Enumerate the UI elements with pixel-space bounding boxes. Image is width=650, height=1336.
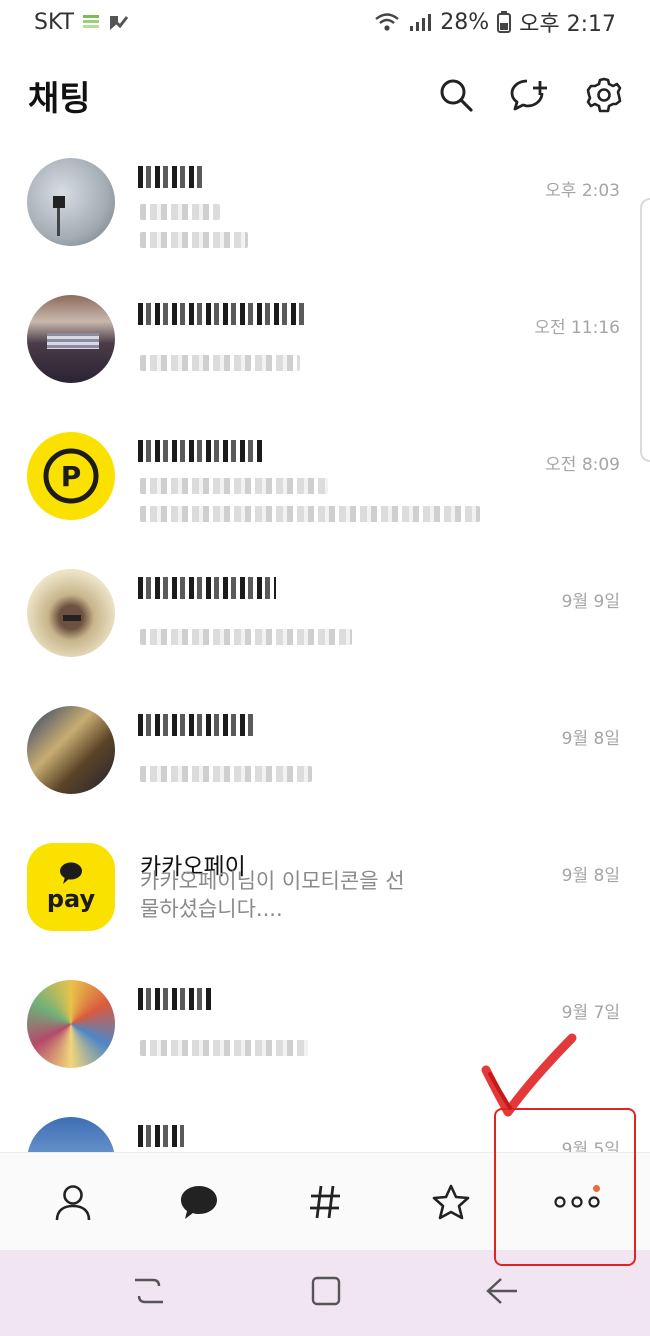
chat-row[interactable]: 9월 9일 — [0, 549, 650, 686]
tab-star[interactable] — [406, 1157, 496, 1247]
back-button[interactable] — [485, 1276, 519, 1310]
avatar — [27, 158, 115, 246]
gear-icon — [586, 77, 622, 113]
tab-friends[interactable] — [28, 1157, 118, 1247]
avatar — [27, 295, 115, 383]
chat-name-blurred — [138, 440, 262, 462]
avatar — [27, 706, 115, 794]
kakaopay-logo-icon: pay — [47, 862, 96, 913]
chats-icon — [181, 1185, 217, 1219]
friends-icon — [55, 1184, 91, 1220]
chat-preview-blurred — [140, 232, 248, 248]
avatar — [27, 569, 115, 657]
avatar — [27, 980, 115, 1068]
kakaopay-logo-text: pay — [47, 885, 96, 913]
chat-name-blurred — [138, 1125, 184, 1147]
recent-apps-icon — [135, 1278, 164, 1304]
chat-preview-blurred — [140, 204, 220, 220]
status-bar: SKT 28% 오후 2:17 — [0, 0, 650, 44]
chat-preview-blurred — [140, 478, 328, 494]
chat-row[interactable]: pay 카카오페이 카카오페이님이 이모티콘을 선물하셨습니다.... 9월 8… — [0, 823, 650, 960]
annotation-highlight-box — [494, 1108, 636, 1266]
chat-time: 9월 7일 — [561, 1003, 620, 1023]
home-button[interactable] — [310, 1275, 342, 1311]
chat-time: 오전 11:16 — [534, 318, 620, 338]
avatar: P — [27, 432, 115, 520]
app-header: 채팅 — [0, 60, 650, 130]
battery-percent: 28% — [440, 9, 490, 35]
chat-preview-blurred — [140, 1040, 308, 1056]
storage-icon — [82, 13, 100, 31]
new-chat-icon — [510, 79, 547, 111]
chat-row[interactable]: 9월 8일 — [0, 686, 650, 823]
chat-row[interactable]: 오후 2:03 — [0, 138, 650, 275]
recent-apps-button[interactable] — [131, 1274, 167, 1312]
avatar: pay — [27, 843, 115, 931]
chat-time: 9월 8일 — [561, 729, 620, 749]
back-arrow-icon — [485, 1278, 517, 1304]
point-logo-icon: P — [43, 448, 99, 504]
svg-text:P: P — [61, 460, 82, 493]
tab-hashtag[interactable] — [280, 1157, 370, 1247]
page-title: 채팅 — [28, 78, 91, 119]
chat-time: 9월 8일 — [561, 866, 620, 886]
chat-preview-blurred — [140, 355, 300, 371]
avatar — [27, 1117, 115, 1152]
new-chat-button[interactable] — [506, 71, 554, 119]
annotation-checkmark-icon — [481, 1033, 577, 1117]
carrier-label: SKT — [34, 9, 75, 35]
chat-name-blurred — [138, 988, 214, 1010]
chat-name-blurred — [138, 577, 276, 599]
tab-chats[interactable] — [154, 1157, 244, 1247]
chat-name-blurred — [138, 166, 206, 188]
chat-name-blurred — [138, 303, 308, 325]
chat-preview-blurred — [140, 506, 480, 522]
wifi-icon — [374, 12, 400, 32]
chat-time: 9월 9일 — [561, 592, 620, 612]
hashtag-icon — [310, 1185, 340, 1218]
clock: 오후 2:17 — [519, 12, 616, 37]
chat-preview-blurred — [140, 629, 352, 645]
star-icon — [432, 1184, 470, 1219]
search-icon — [440, 79, 473, 112]
settings-button[interactable] — [580, 71, 628, 119]
status-right: 28% 오후 2:17 — [374, 6, 616, 38]
signal-icon — [408, 12, 432, 32]
scroll-indicator[interactable] — [640, 198, 650, 462]
battery-icon — [497, 11, 512, 33]
chat-time: 오전 8:09 — [545, 455, 620, 475]
chat-preview: 카카오페이님이 이모티콘을 선물하셨습니다.... — [140, 869, 405, 921]
header-actions — [432, 71, 628, 119]
chat-row[interactable]: 오전 11:16 — [0, 275, 650, 412]
search-button[interactable] — [432, 71, 480, 119]
chat-name-blurred — [138, 714, 256, 736]
status-left: SKT — [34, 9, 129, 35]
chat-list[interactable]: 오후 2:03 오전 11:16 P 오전 8:09 9월 9일 9월 8일 p… — [0, 138, 650, 1152]
chat-row[interactable]: P 오전 8:09 — [0, 412, 650, 549]
home-icon — [311, 1276, 341, 1306]
chat-preview-blurred — [140, 766, 312, 782]
notification-check-icon — [108, 13, 129, 31]
chat-time: 오후 2:03 — [545, 181, 620, 201]
